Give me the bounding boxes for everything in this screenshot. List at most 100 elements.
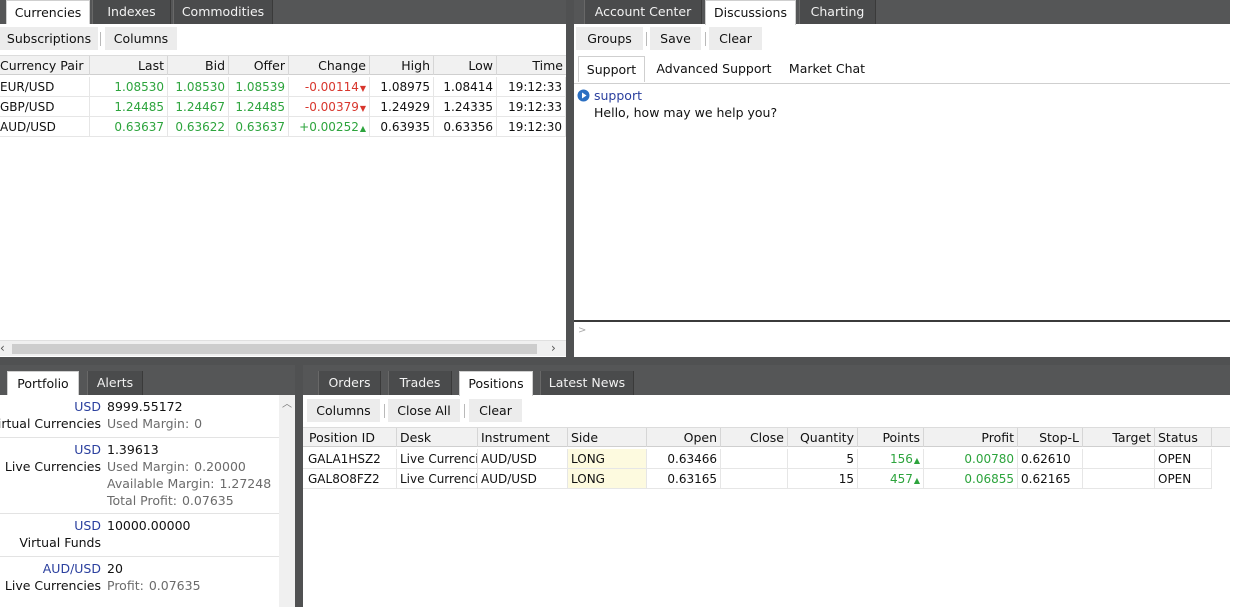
quantity-cell-text: 15: [838, 472, 854, 486]
open-cell: 0.63466: [647, 449, 721, 469]
status-cell-text: OPEN: [1158, 472, 1192, 486]
horizontal-splitter[interactable]: [0, 357, 1230, 365]
col-position-id[interactable]: Position ID: [303, 428, 397, 447]
subscriptions-button[interactable]: Subscriptions: [0, 27, 98, 50]
tab-currencies[interactable]: Currencies: [6, 0, 90, 25]
low-cell: 1.24335: [434, 97, 497, 117]
change-cell: -0.00379▼: [289, 97, 370, 117]
columns-button[interactable]: Columns: [105, 27, 177, 50]
target-cell: [1083, 469, 1155, 489]
side-cell-text: LONG: [571, 472, 605, 486]
col-time[interactable]: Time: [497, 56, 566, 75]
time-cell: 19:12:30: [497, 117, 566, 137]
tab-latest-news[interactable]: Latest News: [540, 371, 634, 395]
col-target[interactable]: Target: [1083, 428, 1155, 447]
stop-loss-cell-text: 0.62610: [1021, 452, 1071, 466]
tab-alerts[interactable]: Alerts: [87, 371, 143, 395]
position-id-cell: GALA1HSZ2: [303, 449, 397, 469]
detail-label: Profit:: [107, 578, 144, 593]
position-id-cell-text: GALA1HSZ2: [308, 452, 381, 466]
portfolio-account[interactable]: USD 8999.55172 Virtual Currencies Used Marg…: [0, 395, 279, 438]
arrow-up-icon: ▲: [359, 124, 366, 133]
account-currency: USD: [74, 442, 101, 457]
col-profit[interactable]: Profit: [924, 428, 1018, 447]
scroll-up-icon[interactable]: ︿: [282, 395, 292, 410]
open-cell: 0.63165: [647, 469, 721, 489]
portfolio-account[interactable]: USD 1.39613 Live Currencies Used Margin: 0.2…: [0, 438, 279, 514]
currency-pair-cell-text: EUR/USD: [0, 80, 55, 94]
table-row[interactable]: GALA1HSZ2 Live Currencies AUD/USD LONG 0.634…: [303, 449, 1212, 469]
high-cell-text: 1.24929: [380, 100, 430, 114]
subtab-advanced-support[interactable]: Advanced Support: [652, 56, 776, 82]
desk-cell-text: Live Currencies: [400, 452, 477, 466]
bottom-panel-splitter[interactable]: [295, 365, 303, 607]
detail-value: 0.20000: [194, 459, 246, 474]
positions-columns-button[interactable]: Columns: [307, 399, 380, 422]
col-high[interactable]: High: [370, 56, 434, 75]
scroll-left-icon[interactable]: ‹: [0, 341, 10, 357]
portfolio-vscrollbar[interactable]: ︿: [279, 395, 295, 607]
tab-indexes[interactable]: Indexes: [92, 0, 171, 24]
clear-button[interactable]: Clear: [709, 27, 762, 50]
instrument-cell: AUD/USD: [478, 469, 568, 489]
positions-clear-button[interactable]: Clear: [469, 399, 522, 422]
col-points[interactable]: Points: [858, 428, 924, 447]
desk-cell: Live Currencies: [397, 449, 478, 469]
account-currency: USD: [74, 518, 101, 533]
col-low[interactable]: Low: [434, 56, 497, 75]
top-panel-splitter[interactable]: [566, 0, 574, 358]
col-open[interactable]: Open: [647, 428, 721, 447]
portfolio-account[interactable]: USD 10000.00000 Virtual Funds: [0, 514, 279, 557]
scroll-right-icon[interactable]: ›: [551, 341, 563, 357]
currencies-hscrollbar[interactable]: ‹ ›: [0, 340, 566, 356]
col-quantity[interactable]: Quantity: [788, 428, 858, 447]
offer-cell: 1.08539: [229, 77, 289, 97]
portfolio-account[interactable]: AUD/USD 20 Live Currencies Profit: 0.07635: [0, 557, 279, 607]
change-cell: +0.00252▲: [289, 117, 370, 137]
account-detail-line: Profit: 0.07635: [107, 578, 201, 593]
tab-trades[interactable]: Trades: [388, 371, 452, 395]
col-desk[interactable]: Desk: [397, 428, 478, 447]
tab-discussions[interactable]: Discussions: [705, 0, 796, 25]
tab-account-center[interactable]: Account Center: [584, 0, 702, 24]
time-cell: 19:12:33: [497, 97, 566, 117]
scroll-thumb[interactable]: [12, 344, 537, 354]
toolbar-separator: [646, 32, 647, 46]
tab-portfolio[interactable]: Portfolio: [7, 371, 79, 396]
col-change[interactable]: Change: [289, 56, 370, 75]
groups-button[interactable]: Groups: [576, 27, 643, 50]
low-cell: 0.63356: [434, 117, 497, 137]
points-cell: 457▲: [858, 469, 924, 489]
status-cell: OPEN: [1155, 469, 1212, 489]
col-instrument[interactable]: Instrument: [478, 428, 568, 447]
detail-label: Total Profit:: [107, 493, 177, 508]
col-currency-pair[interactable]: Currency Pair: [0, 56, 90, 75]
table-row[interactable]: GBP/USD 1.24485 1.24467 1.24485 -0.00379▼ 1.2…: [0, 97, 566, 117]
toolbar-separator: [384, 404, 385, 418]
currencies-grid-body: EUR/USD 1.08530 1.08530 1.08539 -0.00114▼ 1.0…: [0, 77, 566, 339]
subtab-market-chat[interactable]: Market Chat: [784, 56, 870, 82]
detail-label: Used Margin:: [107, 416, 190, 431]
col-stop-loss[interactable]: Stop-L: [1018, 428, 1083, 447]
tab-charting[interactable]: Charting: [799, 0, 876, 24]
col-last[interactable]: Last: [90, 56, 168, 75]
account-value: 1.39613: [107, 442, 159, 457]
save-button[interactable]: Save: [650, 27, 701, 50]
col-bid[interactable]: Bid: [168, 56, 229, 75]
account-value: 20: [107, 561, 123, 576]
table-row[interactable]: AUD/USD 0.63637 0.63622 0.63637 +0.00252▲ 0.6…: [0, 117, 566, 137]
chat-input[interactable]: >: [574, 322, 1230, 357]
col-offer[interactable]: Offer: [229, 56, 289, 75]
tab-positions[interactable]: Positions: [459, 371, 533, 396]
col-close[interactable]: Close: [721, 428, 788, 447]
tab-orders[interactable]: Orders: [318, 371, 381, 395]
currency-pair-cell: AUD/USD: [0, 117, 90, 137]
tab-commodities[interactable]: Commodities: [173, 0, 273, 24]
close-all-button[interactable]: Close All: [388, 399, 460, 422]
table-row[interactable]: GAL8O8FZ2 Live Currencies AUD/USD LONG 0.631…: [303, 469, 1212, 489]
subtab-support[interactable]: Support: [578, 56, 645, 82]
table-row[interactable]: EUR/USD 1.08530 1.08530 1.08539 -0.00114▼ 1.0…: [0, 77, 566, 97]
col-side[interactable]: Side: [568, 428, 647, 447]
col-status[interactable]: Status: [1155, 428, 1212, 447]
detail-value: 0.07635: [181, 493, 234, 508]
